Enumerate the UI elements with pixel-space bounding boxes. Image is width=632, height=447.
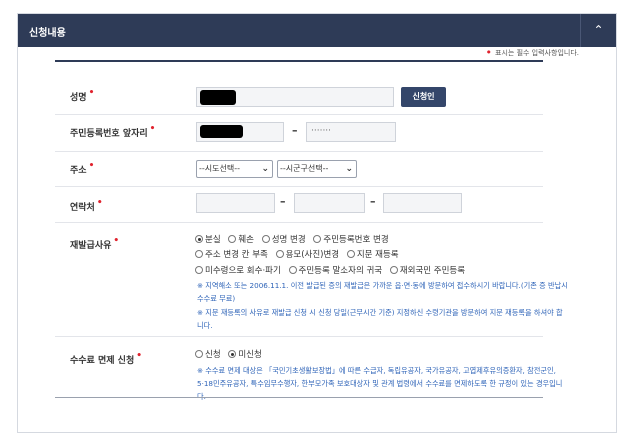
phone-part3-input[interactable] — [383, 193, 462, 213]
rrn-dash: – — [292, 124, 298, 137]
reason-option-label: 주민등록번호 변경 — [323, 235, 389, 245]
rrn-back-masked: ······· — [311, 126, 332, 136]
phone-part2-input[interactable] — [294, 193, 365, 213]
radio-icon — [313, 235, 322, 243]
reason-info-2: ※ 지문 재등록의 사유로 재발급 신청 시 신청 당일(근무시간 기준) 지정… — [197, 308, 563, 330]
reason-option-address-space[interactable]: 주소 변경 칸 부족 — [195, 248, 268, 260]
reason-option-label: 훼손 — [238, 235, 254, 245]
radio-icon — [389, 266, 398, 274]
reason-option-label: 성명 변경 — [271, 235, 306, 245]
reason-option-photo-change[interactable]: 용모(사진)변경 — [275, 248, 340, 260]
row-divider — [55, 151, 543, 152]
panel-header: 신청내용 ⌃ — [18, 14, 616, 47]
reason-option-label: 주민등록 말소자의 귀국 — [298, 266, 383, 276]
chevron-up-icon[interactable]: ⌃ — [580, 14, 616, 47]
sido-selected-text: --시도선택-- — [199, 164, 240, 173]
reason-label: 재발급사유 • — [70, 236, 120, 251]
phone-part1-input[interactable] — [196, 193, 275, 213]
radio-icon — [275, 250, 284, 258]
phone-label: 연락처 • — [70, 198, 103, 213]
reason-option-label: 미수령으로 회수·파기 — [205, 266, 281, 276]
chevron-down-icon: ⌄ — [261, 164, 269, 174]
rrn-label: 주민등록번호 앞자리 • — [70, 124, 156, 139]
fee-option-apply[interactable]: 신청 — [195, 348, 221, 360]
required-mark: • — [113, 236, 120, 246]
required-mark: • — [96, 198, 103, 208]
reason-option-label: 분실 — [205, 235, 221, 245]
reason-info-1: ※ 지역해소 또는 2006.11.1. 이전 발급된 증의 재발급은 가까운 … — [197, 281, 568, 303]
required-mark: • — [88, 88, 95, 98]
fee-option-not-apply[interactable]: 미신청 — [228, 348, 262, 360]
reason-option-name-change[interactable]: 성명 변경 — [261, 233, 306, 245]
phone-dash-2: – — [370, 195, 376, 208]
reason-label-text: 재발급사유 — [70, 241, 112, 251]
radio-icon — [195, 250, 203, 258]
phone-label-text: 연락처 — [70, 203, 95, 213]
sigungu-select[interactable]: --시군구선택-- ⌄ — [277, 160, 357, 178]
reason-radio-row-3: 미수령으로 회수·파기 주민등록 말소자의 귀국 재외국민 주민등록 — [195, 264, 470, 276]
panel-title: 신청내용 — [29, 28, 66, 39]
name-label-text: 성명 — [70, 93, 87, 103]
form-top-rule — [55, 60, 543, 62]
applicant-button[interactable]: 신청인 — [401, 87, 446, 107]
radio-icon — [195, 235, 203, 243]
required-mark: • — [88, 161, 95, 171]
radio-icon — [228, 235, 237, 243]
fee-label-text: 수수료 면제 신청 — [70, 356, 135, 366]
reason-option-lost[interactable]: 분실 — [195, 233, 221, 245]
row-divider — [55, 186, 543, 187]
address-label: 주소 • — [70, 161, 95, 176]
required-mark: • — [136, 351, 142, 361]
fee-option-label: 미신청 — [238, 350, 262, 360]
radio-icon — [228, 350, 237, 358]
row-divider — [55, 114, 543, 115]
fee-radio-row: 신청 미신청 — [195, 348, 267, 360]
reason-option-unclaimed[interactable]: 미수령으로 회수·파기 — [195, 264, 281, 276]
sigungu-selected-text: --시군구선택-- — [280, 164, 329, 173]
radio-icon — [195, 350, 203, 358]
reason-option-label: 지문 재등록 — [356, 250, 399, 260]
radio-icon — [288, 266, 297, 274]
rrn-label-text: 주민등록번호 앞자리 — [70, 129, 148, 139]
reason-option-rrn-change[interactable]: 주민등록번호 변경 — [313, 233, 389, 245]
reason-option-overseas[interactable]: 재외국민 주민등록 — [389, 264, 466, 276]
reason-radio-row-2: 주소 변경 칸 부족 용모(사진)변경 지문 재등록 — [195, 248, 404, 260]
required-dot-icon: • — [485, 46, 493, 59]
fee-label: 수수료 면제 신청 • — [70, 351, 142, 366]
reason-option-label: 주소 변경 칸 부족 — [205, 250, 268, 260]
reason-option-damaged[interactable]: 훼손 — [228, 233, 254, 245]
required-mark: • — [149, 124, 156, 134]
phone-dash-1: – — [280, 195, 286, 208]
reason-radio-row-1: 분실 훼손 성명 변경 주민등록번호 변경 — [195, 233, 394, 245]
radio-icon — [261, 235, 270, 243]
sido-select[interactable]: --시도선택-- ⌄ — [196, 160, 273, 178]
reason-option-return[interactable]: 주민등록 말소자의 귀국 — [288, 264, 383, 276]
required-note-text: 표시는 필수 입력사항입니다. — [495, 49, 579, 57]
form-bottom-rule — [55, 397, 543, 398]
radio-icon — [195, 266, 203, 274]
name-label: 성명 • — [70, 88, 95, 103]
reason-option-label: 재외국민 주민등록 — [399, 266, 466, 276]
required-note: • 표시는 필수 입력사항입니다. — [486, 46, 579, 59]
radio-icon — [346, 250, 355, 258]
reason-option-label: 용모(사진)변경 — [285, 250, 340, 260]
fee-option-label: 신청 — [205, 350, 221, 360]
chevron-down-icon: ⌄ — [345, 164, 353, 174]
row-divider — [55, 336, 543, 337]
address-label-text: 주소 — [70, 166, 87, 176]
masked-rrn-front — [200, 125, 243, 138]
row-divider — [55, 222, 543, 223]
masked-name — [200, 90, 236, 105]
reason-option-fingerprint[interactable]: 지문 재등록 — [346, 248, 399, 260]
